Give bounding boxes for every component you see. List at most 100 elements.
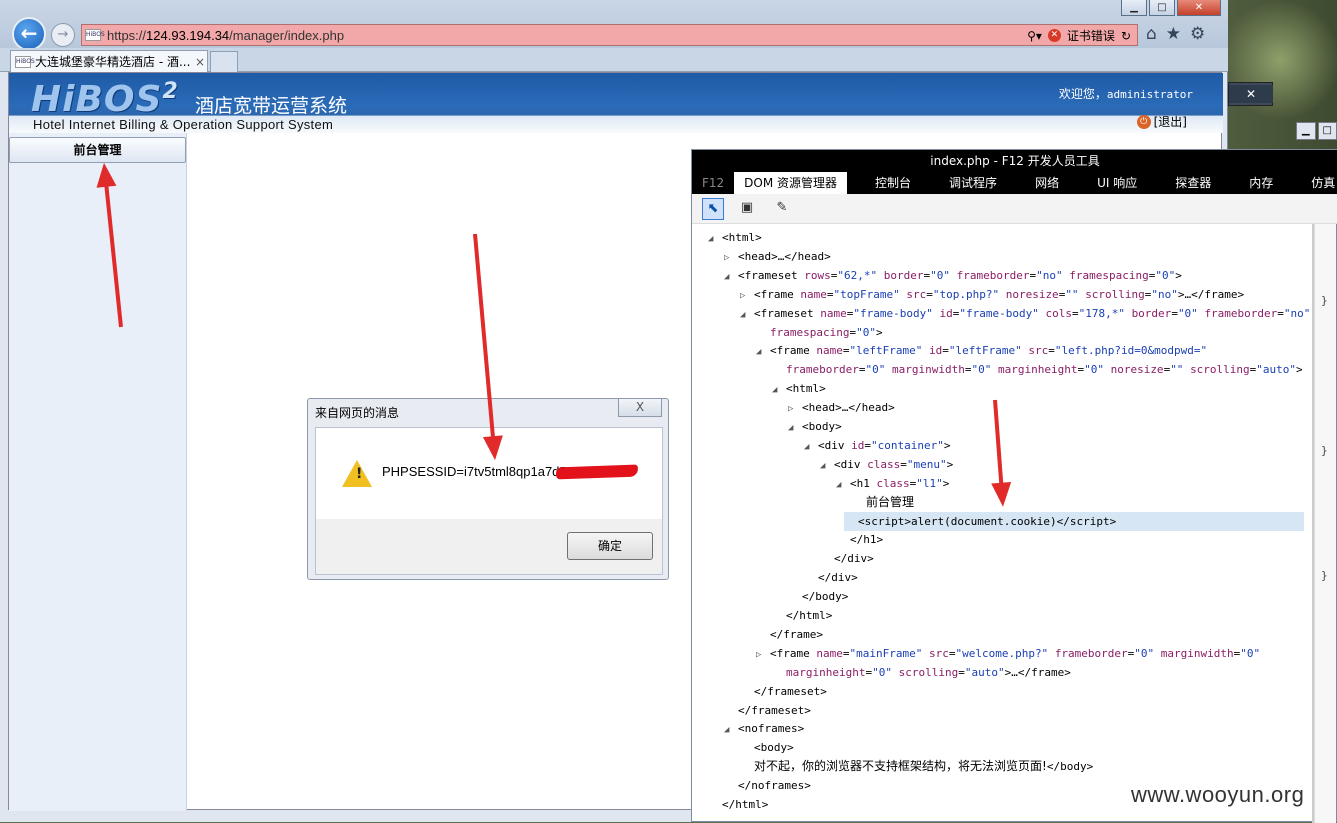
- dom-node-line[interactable]: ◢<html>: [708, 228, 762, 247]
- favorites-star-icon[interactable]: ★: [1166, 24, 1181, 44]
- left-frame: 前台管理: [9, 133, 187, 811]
- dom-node-line[interactable]: <body>: [740, 738, 794, 757]
- tree-toggle-icon[interactable]: ◢: [756, 343, 770, 362]
- cert-error-label[interactable]: 证书错误: [1067, 27, 1115, 44]
- dom-node-markup: <frameset name="frame-body" id="frame-bo…: [754, 307, 1310, 320]
- tree-toggle-icon[interactable]: ◢: [740, 306, 754, 325]
- dom-node-line[interactable]: ◢<html>: [772, 379, 826, 398]
- select-element-icon[interactable]: ⬉: [702, 198, 724, 220]
- tree-toggle-icon[interactable]: ◢: [836, 476, 850, 495]
- devtools-maximize-icon[interactable]: □: [1318, 122, 1337, 140]
- tree-toggle-icon[interactable]: ◢: [724, 721, 738, 740]
- back-button[interactable]: ←: [12, 17, 46, 51]
- color-picker-icon[interactable]: ✎: [771, 198, 793, 220]
- dom-node-line[interactable]: ▷<frame name="topFrame" src="top.php?" n…: [740, 285, 1244, 304]
- dom-node-line[interactable]: ◢<frameset name="frame-body" id="frame-b…: [740, 304, 1310, 323]
- dom-node-line[interactable]: ◢<div id="container">: [804, 436, 950, 455]
- forward-button[interactable]: →: [51, 23, 75, 47]
- dom-node-line[interactable]: frameborder="0" marginwidth="0" marginhe…: [772, 360, 1303, 379]
- tree-toggle-icon[interactable]: ◢: [708, 230, 722, 249]
- browser-icons: ⌂ ★ ⚙: [1146, 24, 1205, 44]
- devtools-toolbar: ⬉ ▣ ✎: [692, 194, 1337, 224]
- devtools-tab[interactable]: 仿真: [1301, 172, 1337, 194]
- tab-close-icon[interactable]: ×: [193, 55, 207, 69]
- logout-label: [退出]: [1154, 113, 1187, 130]
- tree-toggle-icon[interactable]: ◢: [820, 457, 834, 476]
- refresh-icon[interactable]: ↻: [1121, 29, 1131, 43]
- window-controls: ▁ □ ✕: [1121, 0, 1221, 16]
- dom-node-line[interactable]: marginheight="0" scrolling="auto">…</fra…: [772, 663, 1071, 682]
- maximize-icon[interactable]: □: [1149, 0, 1175, 16]
- dom-node-line[interactable]: ▷<head>…</head>: [724, 247, 831, 266]
- address-bar[interactable]: HiBOS https://124.93.194.34/manager/inde…: [81, 24, 1138, 46]
- styles-brace: }: [1321, 444, 1328, 457]
- tree-toggle-icon[interactable]: ▷: [756, 646, 770, 665]
- dom-node-line[interactable]: </div>: [820, 549, 874, 568]
- dom-node-markup: </frame>: [770, 628, 823, 641]
- dom-node-line[interactable]: </noframes>: [724, 776, 811, 795]
- devtools-tab[interactable]: DOM 资源管理器: [734, 172, 847, 194]
- alert-dialog: 来自网页的消息 X ! PHPSESSID=i7tv5tml8qp1a7d5g …: [307, 398, 669, 580]
- dom-node-line[interactable]: ◢<div class="menu">: [820, 455, 953, 474]
- tab-hotel[interactable]: HiBOS 大连城堡豪华精选酒店 - 酒... ×: [10, 50, 208, 72]
- dom-node-markup: <frame name="leftFrame" id="leftFrame" s…: [770, 344, 1207, 357]
- logout-link[interactable]: ⏻[退出]: [1137, 113, 1187, 130]
- highlight-box-icon[interactable]: ▣: [736, 198, 758, 220]
- url-path: /manager/index.php: [229, 28, 344, 43]
- system-title-en: Hotel Internet Billing & Operation Suppo…: [33, 117, 333, 132]
- search-icon[interactable]: ⚲▾: [1027, 29, 1042, 43]
- dom-node-line[interactable]: ▷<frame name="mainFrame" src="welcome.ph…: [756, 644, 1260, 663]
- settings-gear-icon[interactable]: ⚙: [1190, 24, 1205, 44]
- tab-title: 大连城堡豪华精选酒店 - 酒...: [35, 53, 193, 70]
- dom-node-markup: <head>…</head>: [738, 250, 831, 263]
- devtools-tab[interactable]: 内存: [1239, 172, 1283, 194]
- dom-node-line[interactable]: </frameset>: [740, 682, 827, 701]
- dom-node-line[interactable]: ◢<body>: [788, 417, 842, 436]
- tree-toggle-icon[interactable]: ◢: [804, 438, 818, 457]
- cert-error-icon[interactable]: ✕: [1048, 29, 1061, 42]
- styles-brace: }: [1321, 569, 1328, 582]
- devtools-tab[interactable]: 调试程序: [939, 172, 1007, 194]
- dom-node-line[interactable]: <script>alert(document.cookie)</script>: [844, 512, 1304, 531]
- dom-node-line[interactable]: </body>: [788, 587, 848, 606]
- devtools-tab[interactable]: F12: [692, 172, 734, 194]
- tab-favicon-icon: HiBOS: [15, 56, 31, 68]
- dialog-close-button[interactable]: X: [618, 399, 662, 417]
- dom-node-line[interactable]: ◢<frameset rows="62,*" border="0" frameb…: [724, 266, 1182, 285]
- dom-node-line[interactable]: 前台管理: [852, 493, 914, 512]
- devtools-tab[interactable]: UI 响应: [1087, 172, 1147, 194]
- dom-node-line[interactable]: 对不起，你的浏览器不支持框架结构，将无法浏览页面!</body>: [740, 757, 1093, 776]
- dom-node-line[interactable]: </frameset>: [724, 701, 811, 720]
- devtools-tab[interactable]: 探查器: [1165, 172, 1221, 194]
- dom-node-markup: </body>: [802, 590, 848, 603]
- dom-node-line[interactable]: framespacing="0">: [756, 323, 883, 342]
- dom-node-line[interactable]: </h1>: [836, 530, 883, 549]
- tree-toggle-icon[interactable]: ◢: [772, 381, 786, 400]
- ok-button[interactable]: 确定: [567, 532, 653, 560]
- new-tab-button[interactable]: [210, 51, 238, 72]
- dom-node-line[interactable]: </div>: [804, 568, 858, 587]
- background-window-close-icon[interactable]: ✕: [1229, 85, 1273, 103]
- tree-toggle-icon[interactable]: ◢: [788, 419, 802, 438]
- logo-text: HiBOS: [31, 79, 162, 120]
- devtools-tab[interactable]: 控制台: [865, 172, 921, 194]
- favicon-icon: HiBOS: [85, 29, 101, 41]
- devtools-minimize-icon[interactable]: ▁: [1296, 122, 1316, 140]
- dom-node-line[interactable]: </html>: [772, 606, 832, 625]
- devtools-tab[interactable]: 网络: [1025, 172, 1069, 194]
- home-icon[interactable]: ⌂: [1146, 24, 1157, 44]
- dom-node-line[interactable]: </html>: [708, 795, 768, 814]
- dom-node-line[interactable]: </frame>: [756, 625, 823, 644]
- tree-toggle-icon[interactable]: ◢: [724, 268, 738, 287]
- dom-node-markup: <frameset rows="62,*" border="0" framebo…: [738, 269, 1182, 282]
- dom-node-line[interactable]: ▷<head>…</head>: [788, 398, 895, 417]
- dom-node-line[interactable]: ◢<h1 class="l1">: [836, 474, 949, 493]
- dom-node-line[interactable]: ◢<noframes>: [724, 719, 804, 738]
- logo: HiBOS2: [31, 79, 179, 120]
- dom-node-line[interactable]: ◢<frame name="leftFrame" id="leftFrame" …: [756, 341, 1207, 360]
- dom-node-markup: <div id="container">: [818, 439, 950, 452]
- front-desk-menu-button[interactable]: 前台管理: [9, 137, 186, 163]
- close-window-icon[interactable]: ✕: [1177, 0, 1221, 16]
- url-text[interactable]: https://124.93.194.34/manager/index.php: [107, 28, 344, 43]
- minimize-icon[interactable]: ▁: [1121, 0, 1147, 16]
